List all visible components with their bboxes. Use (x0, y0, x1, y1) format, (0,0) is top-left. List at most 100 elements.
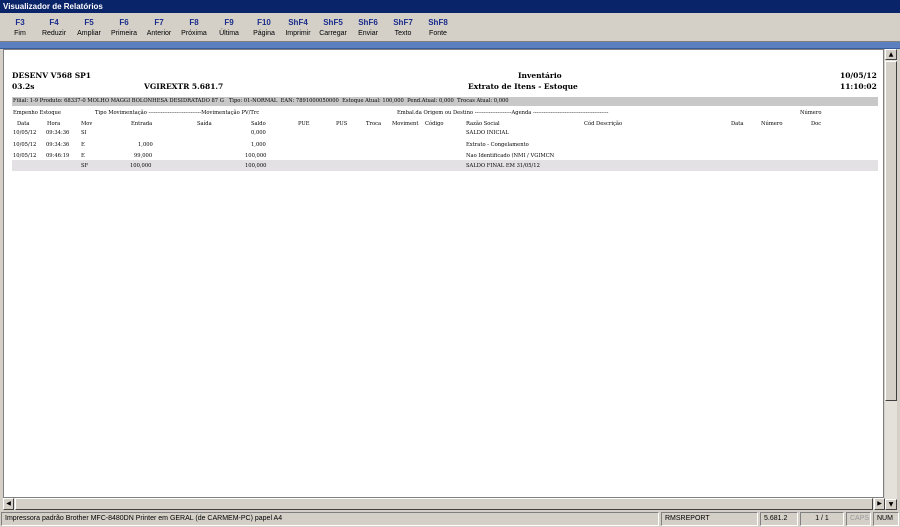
row-hora: 09:34:36 (46, 130, 70, 136)
vertical-scroll-thumb[interactable] (885, 61, 897, 401)
status-caps: CAPS (846, 512, 871, 526)
key-label: ShF7 (393, 18, 413, 27)
toolbar-button-anterior[interactable]: F7 Anterior (142, 17, 176, 39)
header1-numero: Número (800, 110, 822, 116)
window-title: Visualizador de Relatórios (0, 0, 900, 13)
row-data: 10/05/12 (13, 153, 37, 159)
toolbar: F3 Fim F4 Reduzir F5 Ampliar F6 Primeira F7 A… (0, 13, 900, 42)
row-entrada: 99,000 (134, 153, 153, 159)
status-version: 5.681.2 (760, 512, 798, 526)
header1-movimentacao: Tipo Movimentação ----------------------… (95, 110, 260, 116)
header1-origem-agenda: Embal.da Origem ou Destino -------------… (397, 110, 609, 116)
toolbar-button-primeira[interactable]: F6 Primeira (107, 17, 141, 39)
key-label: F10 (257, 18, 271, 27)
key-label: F5 (84, 18, 94, 27)
button-label: Fim (14, 30, 26, 37)
row-mov: E (81, 142, 85, 148)
row-razao: SALDO INICIAL (466, 130, 509, 136)
scroll-left-icon[interactable]: ◀ (3, 498, 14, 510)
report-date: 10/05/12 (840, 71, 877, 80)
filter-line: Filial: 1-9 Produto: 68337-0 MOLHO MAGGI… (13, 98, 509, 104)
row-entrada: 1,000 (138, 142, 153, 148)
button-label: Última (219, 30, 239, 37)
row-entrada: 100,000 (130, 163, 152, 169)
col-razao-social: Razão Social (466, 121, 500, 127)
button-label: Reduzir (41, 30, 67, 37)
key-label: F8 (189, 18, 199, 27)
row-razao: Nao Identificado (NMI / VGIMCN (466, 153, 555, 159)
key-label: ShF6 (358, 18, 378, 27)
report-system: DESENV V568 SP1 (12, 71, 91, 80)
col-hora: Hora (47, 121, 61, 127)
report-program: VGIREXTR 5.681.7 (144, 82, 224, 91)
status-page: 1 / 1 (800, 512, 844, 526)
button-label: Enviar (358, 30, 378, 37)
key-label: ShF5 (323, 18, 343, 27)
toolbar-button-ampliar[interactable]: F5 Ampliar (72, 17, 106, 39)
button-label: Página (253, 30, 275, 37)
report-version: 03.2s (12, 82, 35, 91)
row-saldo: 100,000 (245, 163, 267, 169)
key-label: ShF4 (288, 18, 308, 27)
key-label: F9 (224, 18, 234, 27)
row-saldo: 100,000 (245, 153, 267, 159)
row-razao: Extrato - Congelamento (466, 142, 529, 148)
status-bar: Impressora padrão Brother MFC-8480DN Pri… (0, 511, 900, 527)
button-label: Anterior (146, 30, 172, 37)
key-label: F7 (154, 18, 164, 27)
col-troca: Troca (366, 121, 382, 127)
row-saldo: 1,000 (251, 142, 266, 148)
button-label: Carregar (319, 30, 347, 37)
col-mov: Mov (81, 121, 93, 127)
row-hora: 09:34:36 (46, 142, 70, 148)
key-label: ShF8 (428, 18, 448, 27)
button-label: Próxima (181, 30, 207, 37)
toolbar-button-proxima[interactable]: F8 Próxima (177, 17, 211, 39)
col-saida: Saída (197, 121, 212, 127)
button-label: Ampliar (77, 30, 101, 37)
toolbar-button-ultima[interactable]: F9 Última (212, 17, 246, 39)
col-pus: PUS (336, 121, 348, 127)
separator-bar (0, 42, 900, 49)
col-data-agenda: Data (731, 121, 744, 127)
col-numero: Número (761, 121, 783, 127)
toolbar-button-enviar[interactable]: ShF6 Enviar (351, 17, 385, 39)
scroll-right-icon[interactable]: ▶ (874, 498, 885, 510)
status-num: NUM (873, 512, 899, 526)
button-label: Imprimir (285, 30, 311, 37)
toolbar-button-fonte[interactable]: ShF8 Fonte (421, 17, 455, 39)
scroll-down-icon[interactable]: ▼ (885, 499, 897, 510)
col-saldo: Saldo (251, 121, 266, 127)
scroll-up-icon[interactable]: ▲ (885, 49, 897, 60)
toolbar-button-carregar[interactable]: ShF5 Carregar (316, 17, 350, 39)
status-module: RMSREPORT (661, 512, 758, 526)
col-pue: PUE (298, 121, 310, 127)
vertical-scrollbar[interactable]: ▲ ▼ (885, 49, 897, 510)
toolbar-button-fim[interactable]: F3 Fim (3, 17, 37, 39)
header1-empenho: Empenho Estoque (13, 110, 61, 116)
row-data: 10/05/12 (13, 142, 37, 148)
button-label: Fonte (429, 30, 447, 37)
report-title: Inventário (518, 71, 562, 80)
button-label: Primeira (110, 30, 138, 37)
horizontal-scroll-thumb[interactable] (15, 498, 873, 510)
row-mov: E (81, 153, 85, 159)
horizontal-scrollbar[interactable]: ◀ ▶ (3, 498, 885, 510)
row-razao: SALDO FINAL EM 31/05/12 (466, 163, 540, 169)
report-page: DESENV V568 SP1 03.2s VGIREXTR 5.681.7 I… (3, 49, 884, 498)
col-doc: Doc (811, 121, 822, 127)
status-printer: Impressora padrão Brother MFC-8480DN Pri… (1, 512, 659, 526)
col-cod-descricao: Cód Descrição (584, 121, 623, 127)
toolbar-button-texto[interactable]: ShF7 Texto (386, 17, 420, 39)
report-time: 11:10:02 (840, 82, 877, 91)
col-moviment: Moviment (392, 121, 419, 127)
col-codigo: Código (425, 121, 444, 127)
toolbar-button-imprimir[interactable]: ShF4 Imprimir (281, 17, 315, 39)
key-label: F3 (15, 18, 25, 27)
toolbar-button-reduzir[interactable]: F4 Reduzir (37, 17, 71, 39)
row-data: 10/05/12 (13, 130, 37, 136)
report-subtitle: Extrato de Itens - Estoque (468, 82, 578, 91)
toolbar-button-pagina[interactable]: F10 Página (247, 17, 281, 39)
row-mov: SI (81, 130, 87, 136)
row-saldo: 0,000 (251, 130, 266, 136)
